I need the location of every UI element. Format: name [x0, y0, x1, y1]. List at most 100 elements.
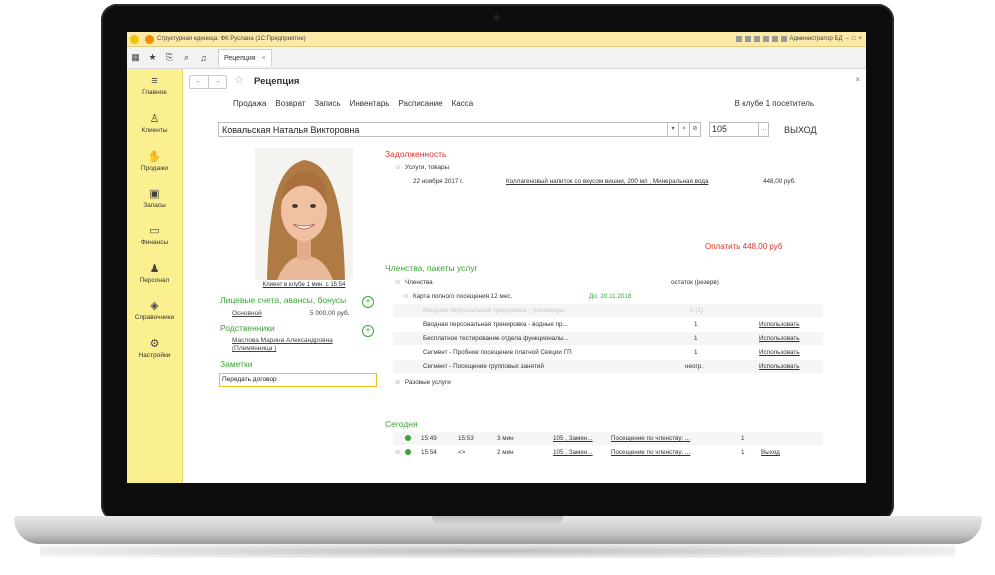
client-name-field[interactable]: Ковальская Наталья Викторовна — [218, 122, 668, 137]
sidebar-item-sales[interactable]: ✋ Продажи — [127, 150, 182, 172]
visitors-count: В клубе 1 посетитель — [734, 99, 814, 108]
membership-service-row[interactable]: Бесплатное тестирование отдела функциона… — [393, 332, 823, 345]
expand-icon[interactable]: ⊕ — [395, 449, 400, 456]
relative-name[interactable]: Маслова Марина Александровна — [232, 337, 333, 344]
debt-title: Задолженность — [385, 149, 447, 159]
debt-item-row[interactable]: 22 ноября 2017 г. Коллагеновый напиток с… — [393, 175, 823, 188]
use-link[interactable]: Использовать — [759, 335, 800, 342]
membership-service-row[interactable]: Сегмент - Посещение групповых занятий не… — [393, 360, 823, 373]
in-club-caption[interactable]: Клиент в клубе 1 мин. с 15:54 — [255, 282, 353, 288]
relative-relation[interactable]: (Племянница ) — [232, 345, 276, 352]
sidebar: ≡ Главное ♙ Клиенты ✋ Продажи ▣ Запасы ▭ Фина… — [127, 69, 183, 483]
collapse-icon[interactable]: ⊖ — [395, 279, 400, 286]
staff-icon: ♟ — [149, 263, 160, 275]
pay-button[interactable]: Оплатить 448,00 руб — [705, 242, 782, 251]
membership-service-row[interactable]: Вводная персональная тренировка - водные… — [393, 318, 823, 331]
tab-close-icon[interactable]: × — [262, 55, 266, 62]
maximize-icon[interactable]: □ — [852, 36, 856, 42]
membership-card-row[interactable]: ⊖ Карта полного посещения 12 мес. До: 20… — [393, 290, 823, 303]
window-title: Структурная единица: ФК Руслана (1С:Пред… — [157, 36, 306, 42]
link-icon[interactable]: ⊘ — [690, 122, 701, 137]
toolbar-icon[interactable] — [744, 36, 751, 42]
visit-row[interactable]: ⊕ 15:54 <> 2 мин 105 , Замен... Посещени… — [393, 446, 823, 459]
page-title: Рецепция — [254, 76, 300, 87]
sidebar-item-stock[interactable]: ▣ Запасы — [127, 187, 182, 209]
history-icon[interactable]: ⎘ — [161, 49, 178, 66]
notes-input[interactable]: Передать договор — [219, 373, 377, 387]
visit-status-icon — [405, 449, 411, 455]
forward-arrow-icon[interactable]: → — [207, 76, 227, 88]
action-menu: Продажа Возврат Запись Инвентарь Расписа… — [233, 99, 473, 108]
toolbar-icon[interactable] — [780, 36, 787, 42]
toolbar-icon[interactable] — [771, 36, 778, 42]
tab-label: Рецепция — [224, 54, 256, 62]
apps-grid-icon[interactable]: ▦ — [127, 49, 144, 66]
menu-cash[interactable]: Касса — [452, 99, 474, 108]
membership-service-row[interactable]: Сегмент - Пробное посещение платной Секц… — [393, 346, 823, 359]
visit-row[interactable]: 15:49 15:53 3 мин 105 , Замен... Посещен… — [393, 432, 823, 445]
tab-reception[interactable]: Рецепция × — [218, 49, 272, 66]
accounts-title: Лицевые счета, авансы, бонусы — [220, 295, 347, 305]
collapse-icon[interactable]: ⊖ — [403, 293, 408, 300]
menu-schedule[interactable]: Расписание — [398, 99, 442, 108]
menu-sale[interactable]: Продажа — [233, 99, 266, 108]
title-bar: Структурная единица: ФК Руслана (1С:Пред… — [127, 32, 866, 47]
menu-booking[interactable]: Запись — [314, 99, 340, 108]
star-icon[interactable]: ★ — [144, 49, 161, 66]
search-icon[interactable]: ⌕ — [178, 49, 195, 66]
minimize-icon[interactable]: – — [846, 36, 849, 42]
use-link[interactable]: Использовать — [759, 363, 800, 370]
sidebar-item-settings[interactable]: ⚙ Настройки — [127, 337, 182, 359]
membership-service-row[interactable]: Вводная персональная тренировка - тренаж… — [393, 304, 823, 317]
toolbar-icon[interactable] — [762, 36, 769, 42]
back-arrow-icon[interactable]: ← — [190, 76, 208, 88]
laptop-notch — [432, 516, 563, 526]
gear-icon: ⚙ — [149, 338, 160, 350]
close-icon[interactable]: × — [858, 36, 862, 42]
sidebar-item-finance[interactable]: ▭ Финансы — [127, 224, 182, 246]
app-window: Структурная единица: ФК Руслана (1С:Пред… — [127, 32, 866, 483]
wallet-icon: ▭ — [149, 225, 160, 237]
exit-button[interactable]: ВЫХОД — [784, 125, 817, 135]
add-account-icon[interactable]: + — [362, 296, 374, 308]
bell-icon[interactable]: ♫ — [195, 49, 212, 66]
single-services-row[interactable]: ⊕ Разовые услуги — [393, 376, 823, 389]
sidebar-item-staff[interactable]: ♟ Персонал — [127, 262, 182, 284]
account-amount: 5 000,00 руб. — [310, 310, 350, 317]
sidebar-item-references[interactable]: ◈ Справочники — [127, 299, 182, 321]
hamburger-icon: ≡ — [151, 75, 158, 87]
relatives-title: Родственники — [220, 323, 275, 333]
nav-buttons: ← → — [189, 75, 227, 89]
books-icon: ◈ — [150, 300, 159, 312]
menu-return[interactable]: Возврат — [275, 99, 305, 108]
dropdown-icon[interactable]: ▾ — [668, 122, 679, 137]
visit-status-icon — [405, 435, 411, 441]
memberships-group-row[interactable]: ⊖ Членства остаток (резерв) — [393, 276, 823, 289]
user-icon: ♙ — [149, 113, 160, 125]
box-icon: ▣ — [149, 188, 160, 200]
webcam — [492, 13, 501, 22]
card-select-button[interactable]: ... — [759, 122, 769, 137]
add-relative-icon[interactable]: + — [362, 325, 374, 337]
favorite-star-icon[interactable]: ☆ — [234, 73, 244, 86]
menu-inventory[interactable]: Инвентарь — [350, 99, 390, 108]
sidebar-item-clients[interactable]: ♙ Клиенты — [127, 112, 182, 134]
sidebar-item-main[interactable]: ≡ Главное — [127, 75, 182, 96]
page-close-icon[interactable]: × — [855, 75, 860, 84]
menu-icon[interactable] — [145, 34, 154, 44]
card-number-field[interactable]: 105 — [709, 122, 759, 137]
clear-icon[interactable]: × — [679, 122, 690, 137]
toolbar-icon[interactable] — [735, 36, 742, 42]
use-link[interactable]: Использовать — [759, 349, 800, 356]
laptop-shadow — [40, 544, 955, 558]
use-link[interactable]: Использовать — [759, 321, 800, 328]
collapse-icon[interactable]: ⊖ — [395, 164, 400, 171]
expand-icon[interactable]: ⊕ — [395, 379, 400, 386]
account-name[interactable]: Основной — [232, 310, 262, 317]
portrait-image — [255, 148, 353, 280]
toolbar-icon[interactable] — [753, 36, 760, 42]
debt-group-row[interactable]: ⊖ Услуги, товары — [393, 161, 823, 174]
app-logo-icon — [130, 34, 139, 44]
exit-link[interactable]: Выход — [761, 449, 780, 456]
user-name[interactable]: Администратор БД — [790, 36, 843, 42]
